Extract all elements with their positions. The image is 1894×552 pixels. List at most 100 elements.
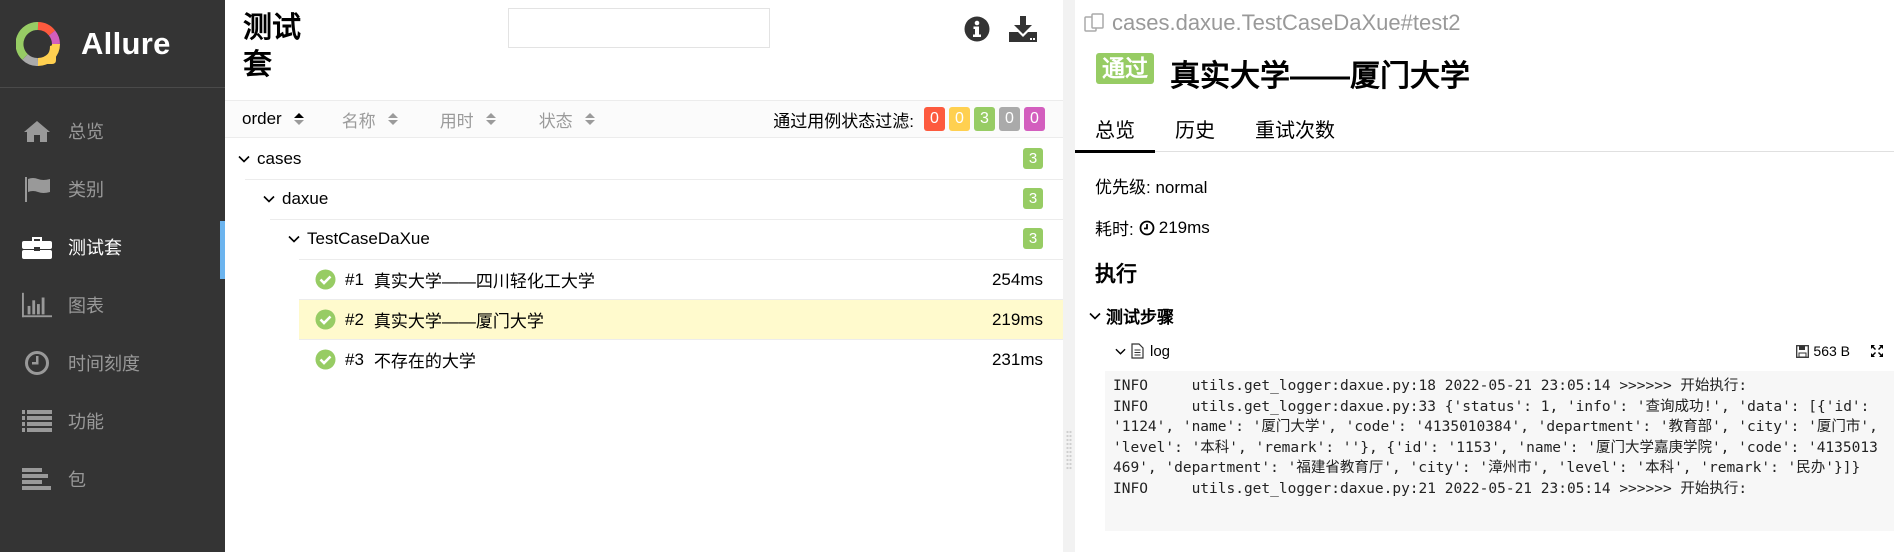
sidebar-item-label: 类别 [68, 180, 104, 200]
sidebar-item-label: 功能 [68, 412, 104, 432]
test-case-duration: 254ms [991, 269, 1043, 289]
copy-icon[interactable] [1084, 12, 1106, 34]
sidebar-item-categories[interactable]: 类别 [0, 160, 225, 218]
attachment-row[interactable]: log 563 B [1115, 340, 1894, 362]
chevron-down-icon [238, 155, 250, 163]
sidebar-item-label: 图表 [68, 296, 104, 316]
tree-node-label: TestCaseDaXue [307, 229, 430, 248]
attachment-size: 563 B [1796, 343, 1850, 359]
flag-icon [22, 176, 52, 202]
test-case-duration: 231ms [991, 349, 1043, 369]
count-badge: 3 [1023, 228, 1043, 249]
test-case-row[interactable]: #3 不存在的大学 231ms [299, 339, 1063, 379]
tree-node-cases[interactable]: cases 3 [225, 139, 1063, 179]
tree-node-testcasedaxue[interactable]: TestCaseDaXue 3 [225, 219, 1063, 259]
passed-check-icon [315, 269, 336, 290]
sidebar-item-label: 总览 [68, 122, 104, 142]
tab-overview[interactable]: 总览 [1075, 106, 1155, 153]
duration-value: 219ms [1158, 217, 1210, 237]
sidebar-item-behaviors[interactable]: 功能 [0, 392, 225, 450]
count-badge: 3 [1023, 188, 1043, 209]
sort-label: 名称 [341, 111, 376, 131]
sort-arrows-icon [584, 113, 595, 125]
info-button[interactable] [962, 14, 992, 44]
test-case-name: 真实大学——厦门大学 [373, 312, 544, 331]
download-button[interactable] [1008, 14, 1038, 44]
suites-tree: cases 3 daxue 3 TestCaseDaXue 3 [225, 139, 1063, 259]
chevron-down-icon [288, 235, 300, 243]
expand-icon[interactable] [1870, 344, 1884, 358]
status-filter: 通过用例状态过滤: 0 0 3 0 0 [773, 107, 1045, 132]
filter-unknown-toggle[interactable]: 0 [1024, 107, 1045, 131]
page-title: 测试套 [243, 12, 302, 81]
test-case-name: 不存在的大学 [373, 352, 476, 371]
sidebar: Allure 总览 类别 测试套 图表 时间刻度 功能 包 [0, 0, 225, 552]
sidebar-item-timeline[interactable]: 时间刻度 [0, 334, 225, 392]
briefcase-icon [22, 234, 52, 260]
sort-arrows-icon [387, 113, 398, 125]
sort-label: order [242, 109, 282, 128]
tree-node-label: cases [257, 149, 302, 168]
tree-node-daxue[interactable]: daxue 3 [225, 179, 1063, 219]
detail-tabs: 总览 历史 重试次数 [1075, 106, 1894, 153]
execution-heading: 执行 [1095, 263, 1137, 286]
status-filter-label: 通过用例状态过滤: [773, 111, 914, 131]
log-content: INFO utils.get_logger:daxue.py:18 2022-0… [1105, 371, 1894, 531]
sort-label: 用时 [439, 111, 474, 131]
sort-duration-button[interactable]: 用时 [440, 107, 496, 132]
sort-name-button[interactable]: 名称 [342, 107, 398, 132]
divider [270, 219, 1063, 220]
tree-node-label: daxue [282, 189, 329, 208]
duration: 耗时: 219ms [1095, 215, 1210, 240]
clock-icon [1139, 220, 1155, 235]
passed-check-icon [315, 309, 336, 330]
file-text-icon [1131, 343, 1144, 359]
duration-label: 耗时: [1095, 220, 1134, 239]
bar-chart-icon [22, 292, 52, 318]
tab-retries[interactable]: 重试次数 [1235, 106, 1355, 152]
sidebar-item-graphs[interactable]: 图表 [0, 276, 225, 334]
chevron-down-icon [263, 195, 275, 203]
filter-broken-toggle[interactable]: 0 [949, 107, 970, 131]
status-badge: 通过 [1096, 53, 1154, 84]
filter-skipped-toggle[interactable]: 0 [999, 107, 1020, 131]
sort-status-button[interactable]: 状态 [539, 107, 595, 132]
test-title: 真实大学——厦门大学 [1170, 60, 1470, 93]
tab-history[interactable]: 历史 [1155, 106, 1235, 152]
pane-splitter[interactable] [1063, 0, 1075, 552]
sidebar-item-overview[interactable]: 总览 [0, 102, 225, 160]
brand[interactable]: Allure [0, 0, 225, 88]
sidebar-nav: 总览 类别 测试套 图表 时间刻度 功能 包 [0, 102, 225, 508]
filter-passed-toggle[interactable]: 3 [974, 107, 995, 131]
attachment-name: log [1150, 342, 1171, 360]
steps-heading: 测试步骤 [1106, 308, 1174, 327]
home-icon [22, 118, 52, 144]
test-case-row-selected[interactable]: #2 真实大学——厦门大学 219ms [299, 299, 1063, 339]
list-icon [22, 408, 52, 434]
filter-failed-toggle[interactable]: 0 [924, 107, 945, 131]
sidebar-item-label: 测试套 [68, 238, 122, 258]
brand-name: Allure [81, 25, 171, 61]
count-badge: 3 [1023, 148, 1043, 169]
info-icon [964, 16, 990, 42]
sidebar-item-packages[interactable]: 包 [0, 450, 225, 508]
attachment-size-value: 563 B [1813, 343, 1850, 359]
sort-order-button[interactable]: order [242, 109, 304, 129]
sidebar-item-label: 包 [68, 470, 86, 490]
test-path-text: cases.daxue.TestCaseDaXue#test2 [1112, 10, 1461, 35]
drag-handle-icon [1066, 430, 1072, 470]
chevron-down-icon [1089, 312, 1101, 320]
search-input[interactable] [508, 8, 770, 48]
test-case-number: #2 [345, 309, 364, 329]
test-case-row[interactable]: #1 真实大学——四川轻化工大学 254ms [299, 259, 1063, 299]
sidebar-item-suites[interactable]: 测试套 [0, 218, 225, 279]
clock-icon [22, 350, 52, 376]
test-detail-pane: cases.daxue.TestCaseDaXue#test2 通过 真实大学—… [1075, 0, 1894, 552]
test-full-path: cases.daxue.TestCaseDaXue#test2 [1084, 10, 1461, 36]
steps-toggle[interactable]: 测试步骤 [1089, 303, 1174, 328]
passed-check-icon [315, 349, 336, 370]
sort-arrows-icon [485, 113, 496, 125]
align-left-icon [22, 466, 52, 492]
sort-bar: order 名称 用时 状态 通过用例状态过滤: 0 0 3 0 0 [225, 100, 1063, 138]
test-case-duration: 219ms [991, 309, 1043, 329]
